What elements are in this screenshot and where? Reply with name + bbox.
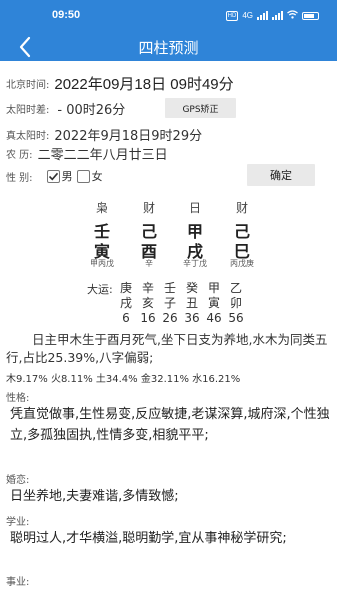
dayun-column: 壬 子 26 [160, 281, 180, 326]
gender-row: 性 别: 男 女 [6, 166, 103, 186]
pillar-month: 财 己 酉 辛 [129, 199, 169, 270]
female-label[interactable]: 女 [92, 168, 103, 184]
dayun-age: 26 [162, 311, 178, 325]
pillar-hour: 财 己 巳 丙戊庚 [222, 199, 262, 270]
dayun-label: 大运: [87, 283, 113, 296]
section-label-personality: 性格: [6, 393, 30, 404]
pillar-stem: 壬 [93, 222, 110, 241]
solar-diff-value: - 00时26分 [57, 102, 126, 118]
pillar-god: 财 [235, 201, 248, 215]
section-label-marriage: 婚恋: [6, 475, 30, 486]
section-text-personality: 凭直觉做事,生性易变,反应敏捷,老谋深算,城府深,个性独立,多孤独固执,性情多变… [10, 407, 330, 443]
true-solar-label: 真太阳时: [6, 130, 50, 142]
network-type-label: 4G [242, 11, 253, 20]
pillar-god: 日 [188, 201, 201, 215]
solar-diff-row: 太阳时差: - 00时26分 [6, 98, 125, 118]
signal-2-icon [272, 11, 283, 20]
gps-correct-button[interactable]: GPS矫正 [165, 98, 236, 118]
pillar-god: 财 [142, 201, 155, 215]
section-label-study: 学业: [6, 517, 30, 528]
pillar-stem: 己 [140, 222, 157, 241]
pillar-branch: 酉 [140, 242, 157, 261]
dayun-branch: 丑 [185, 296, 198, 310]
pillar-stem: 己 [233, 222, 250, 241]
analysis-summary: 日主甲木生于酉月死气,坐下日支为养地,水木为同类五行,占比25.39%,八字偏弱… [6, 332, 328, 365]
pillar-hidden-stems: 辛丁戊 [183, 259, 207, 268]
dayun-stem: 甲 [207, 281, 220, 295]
solar-diff-label: 太阳时差: [6, 104, 50, 116]
dayun-column: 乙 卯 56 [226, 281, 246, 326]
page-title: 四柱预测 [138, 39, 199, 57]
dayun-stem: 癸 [185, 281, 198, 295]
confirm-button[interactable]: 确定 [247, 164, 315, 186]
section-text-study: 聪明过人,才华横溢,聪明勤学,宜从事神秘学研究; [10, 531, 287, 546]
dayun-age: 46 [206, 311, 222, 325]
dayun-column: 庚 戌 6 [116, 281, 136, 326]
status-icons: HD 4G [225, 10, 319, 21]
pillar-hidden-stems: 甲丙戊 [90, 259, 114, 268]
pillar-hidden-stems: 丙戊庚 [230, 259, 254, 268]
lunar-label: 农 历: [6, 149, 33, 161]
dayun-stem: 乙 [229, 281, 242, 295]
check-icon [48, 172, 58, 180]
dayun-stem: 庚 [119, 281, 132, 295]
dayun-age: 36 [184, 311, 200, 325]
male-checkbox[interactable] [46, 169, 60, 183]
lunar-value: 二零二二年八月廿三日 [37, 147, 168, 163]
nav-bar: 四柱预测 [0, 33, 337, 61]
pillar-hidden-stems: 辛 [145, 259, 153, 268]
element-percentages: 木9.17% 火8.11% 土34.4% 金32.11% 水16.21% [6, 374, 241, 385]
battery-icon [302, 11, 319, 20]
beijing-time-label: 北京时间: [6, 79, 50, 91]
dayun-column: 甲 寅 46 [204, 281, 224, 326]
dayun-branch: 亥 [141, 296, 154, 310]
section-text-marriage: 日坐养地,夫妻难谐,多情致憾; [10, 489, 179, 504]
wifi-icon [287, 10, 298, 21]
pillar-branch: 寅 [93, 242, 110, 261]
pillar-branch: 戌 [186, 242, 203, 261]
dayun-column: 辛 亥 16 [138, 281, 158, 326]
pillar-god: 枭 [95, 201, 108, 215]
pillar-stem: 甲 [186, 222, 203, 241]
dayun-age: 6 [122, 311, 130, 325]
dayun-branch: 寅 [207, 296, 220, 310]
section-label-career: 事业: [6, 577, 30, 588]
dayun-stem: 壬 [163, 281, 176, 295]
pillar-branch: 巳 [233, 242, 250, 261]
dayun-branch: 戌 [119, 296, 132, 310]
dayun-age: 16 [140, 311, 156, 325]
male-label[interactable]: 男 [62, 168, 73, 184]
beijing-time-row: 北京时间: 2022年09月18日 09时49分 [6, 73, 234, 93]
dayun-age: 56 [228, 311, 244, 325]
hd-icon: HD [225, 10, 239, 21]
pillar-year: 枭 壬 寅 甲丙戊 [82, 199, 122, 270]
dayun-stem: 辛 [141, 281, 154, 295]
dayun-branch: 子 [163, 296, 176, 310]
pillar-day: 日 甲 戌 辛丁戊 [175, 199, 215, 270]
female-checkbox[interactable] [76, 169, 90, 183]
dayun-column: 癸 丑 36 [182, 281, 202, 326]
gender-label: 性 别: [6, 172, 33, 184]
lunar-row: 农 历: 二零二二年八月廿三日 [6, 143, 168, 163]
dayun-branch: 卯 [229, 296, 242, 310]
beijing-time-value: 2022年09月18日 09时49分 [54, 75, 234, 93]
true-solar-value: 2022年9月18日9时29分 [54, 128, 203, 144]
signal-icon [257, 11, 268, 20]
true-solar-row: 真太阳时: 2022年9月18日9时29分 [6, 124, 202, 144]
status-bar: 09:50 HD 4G [0, 0, 337, 33]
status-time: 09:50 [52, 9, 81, 21]
